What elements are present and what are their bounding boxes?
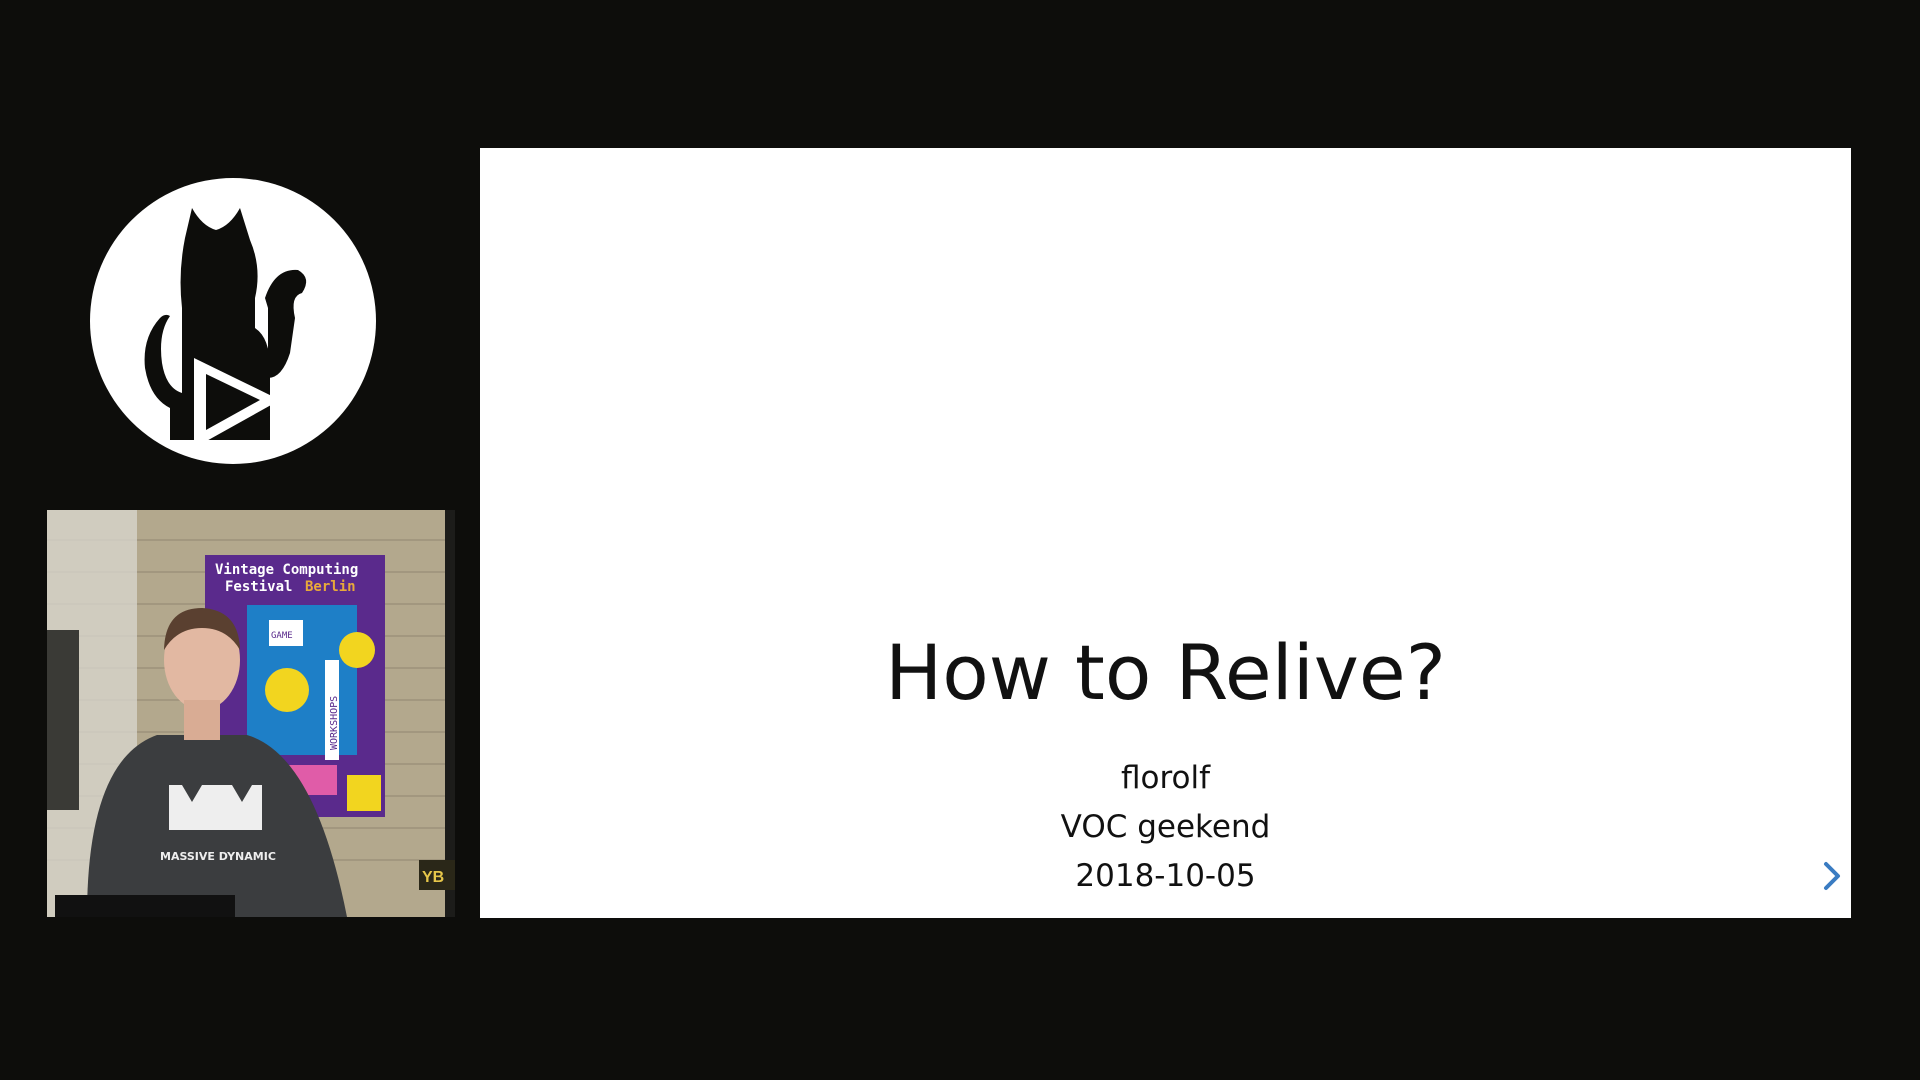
chevron-right-icon[interactable] (1819, 858, 1845, 894)
presentation-slide: How to Relive? florolf VOC geekend 2018-… (480, 148, 1851, 918)
poster-game: GAME (271, 631, 293, 641)
slide-event: VOC geekend (1060, 809, 1271, 845)
cat-play-icon (90, 178, 376, 464)
speaker-camera-view: YB Vintage Computing Festival Berlin GAM… (47, 510, 455, 917)
svg-text:YB: YB (422, 869, 444, 886)
slide-author: florolf (1120, 760, 1211, 796)
poster-workshops: WORKSHOPS (329, 696, 340, 750)
slide-date: 2018-10-05 (1075, 858, 1256, 894)
shirt-text: MASSIVE DYNAMIC (160, 850, 276, 863)
slide-subtitle-block: florolf VOC geekend 2018-10-05 (480, 754, 1851, 901)
video-frame: YB Vintage Computing Festival Berlin GAM… (0, 0, 1920, 1080)
poster-line2b: Berlin (305, 579, 356, 595)
slide-title: How to Relive? (885, 628, 1446, 717)
poster-line1: Vintage Computing (215, 562, 358, 578)
poster-line2a: Festival (225, 579, 292, 595)
